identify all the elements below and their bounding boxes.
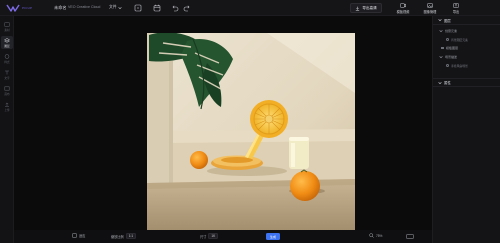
download-icon	[356, 6, 360, 11]
canvas-area[interactable]: — — — — — — — — — — —	[14, 16, 432, 243]
generate-button[interactable]: 生成	[266, 233, 280, 240]
chevron-down-icon	[439, 30, 443, 33]
export-label: 导出	[452, 9, 460, 14]
left-sidebar: 素材 图层 样式 文字 画布 上传	[0, 16, 14, 243]
layer-subitem-scene[interactable]: 手持风扇场景	[433, 62, 500, 69]
sidebar-item-assets[interactable]: 素材	[1, 20, 13, 33]
layers-icon	[4, 37, 10, 43]
layer-item-label: 创意元素	[445, 29, 458, 33]
image-manage-icon	[427, 2, 433, 8]
file-menu-label: 文件	[109, 5, 117, 9]
fit-icon	[72, 233, 77, 238]
fit-button[interactable]: 适应	[72, 233, 85, 238]
zoom-icon	[369, 233, 374, 238]
layers-section-title: 图层	[444, 18, 451, 23]
size-label: 尺寸	[200, 234, 207, 239]
export-hd-button[interactable]: 导出高清	[350, 3, 382, 13]
layers-section-header[interactable]: 图层	[433, 16, 500, 25]
layer-dot-icon	[446, 64, 449, 67]
sidebar-item-label: 画布	[4, 92, 10, 96]
template-video-label: 模板视频	[396, 9, 410, 14]
chevron-down-icon	[438, 81, 442, 84]
file-menu[interactable]: 文件	[109, 5, 122, 10]
ratio-select[interactable]: 1:1	[125, 233, 137, 239]
layer-dot-icon	[446, 38, 449, 41]
right-panel: 图层 创意元素 背景图层元素 模板图层 场景描述 手持风扇场景 属性	[432, 16, 500, 243]
layer-subitem-label: 手持风扇场景	[451, 63, 468, 68]
sidebar-item-upload[interactable]: 上传	[1, 100, 13, 113]
fullscreen-icon[interactable]	[406, 234, 414, 239]
properties-section-header[interactable]: 属性	[433, 78, 500, 87]
layer-item-scene[interactable]: 场景描述	[433, 53, 500, 61]
size-select[interactable]: 1K	[208, 233, 219, 239]
template-video-button[interactable]: 模板视频	[393, 1, 413, 15]
ratio-label: 缩放比例	[111, 234, 124, 239]
redo-icon[interactable]	[183, 4, 191, 12]
sidebar-item-label: 图层	[4, 44, 10, 48]
export-hd-label: 导出高清	[362, 5, 377, 10]
layer-item-label: 模板图层	[446, 46, 459, 50]
assets-icon	[4, 21, 10, 27]
chevron-down-icon	[438, 19, 442, 22]
zoom-control[interactable]: 75%	[369, 233, 382, 238]
size-control[interactable]: 尺寸 1K	[200, 233, 219, 239]
ratio-control[interactable]: 缩放比例 1:1	[111, 233, 137, 239]
fit-label: 适应	[79, 234, 86, 238]
zoom-value: 75%	[376, 233, 383, 238]
sidebar-item-canvas[interactable]: 画布	[1, 84, 13, 97]
sidebar-item-label: 样式	[4, 60, 10, 64]
layer-item-creative[interactable]: 创意元素	[433, 27, 500, 35]
image-manage-button[interactable]: 图像管理	[420, 1, 440, 15]
sidebar-item-style[interactable]: 样式	[1, 52, 13, 65]
brand-subtitle: PICUP	[22, 6, 33, 10]
chevron-down-icon	[439, 56, 443, 59]
undo-icon[interactable]	[171, 4, 179, 12]
bottom-toolbar: 适应 缩放比例 1:1 尺寸 1K 生成 75%	[14, 230, 432, 243]
sidebar-item-label: 上传	[4, 108, 10, 112]
top-bar: PICUP 未命名 VEO Creative Cloud 文件 导出高清 模板视…	[0, 0, 500, 16]
workspace-name: VEO Creative Cloud	[68, 5, 101, 9]
text-icon	[5, 70, 9, 74]
sidebar-item-text[interactable]: 文字	[1, 68, 13, 81]
document-title[interactable]: 未命名	[54, 5, 67, 11]
upload-icon	[5, 102, 9, 107]
product-photo[interactable]	[147, 33, 355, 241]
style-icon	[4, 53, 10, 59]
export-button[interactable]: 导出	[446, 1, 466, 15]
frame-icon[interactable]	[134, 4, 142, 12]
export-icon	[453, 2, 459, 8]
logo-icon	[6, 4, 20, 12]
chevron-down-icon	[117, 6, 122, 9]
layer-subitem-label: 背景图层元素	[451, 37, 468, 42]
sidebar-item-label: 素材	[4, 28, 10, 32]
sidebar-item-layers[interactable]: 图层	[1, 36, 13, 49]
sidebar-item-label: 文字	[4, 76, 10, 80]
image-manage-label: 图像管理	[423, 9, 437, 14]
video-icon	[400, 2, 406, 8]
properties-section-title: 属性	[444, 81, 451, 85]
canvas-icon	[4, 86, 10, 90]
photo-scene	[147, 33, 355, 241]
layer-item-template[interactable]: 模板图层	[433, 44, 500, 52]
layer-item-label: 场景描述	[445, 55, 458, 59]
layer-subitem-background[interactable]: 背景图层元素	[433, 36, 500, 43]
layer-box-icon	[441, 47, 444, 49]
calendar-icon[interactable]	[153, 4, 161, 12]
